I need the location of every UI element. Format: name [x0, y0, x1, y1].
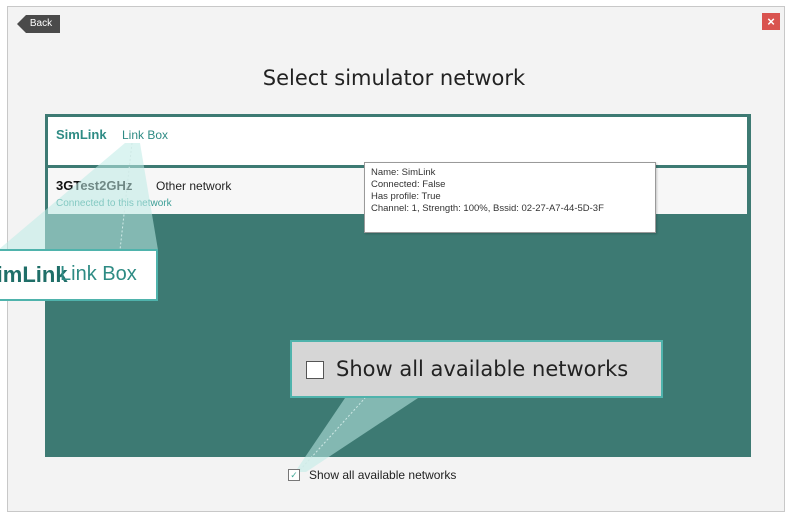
- zoom-checkbox-label: Show all available networks: [336, 357, 629, 381]
- close-button[interactable]: ×: [762, 13, 780, 30]
- network-name: 3GTest2GHz: [56, 178, 133, 193]
- network-item-simlink[interactable]: SimLink Link Box: [48, 117, 747, 165]
- zoom-network-description: Link Box: [60, 263, 137, 285]
- zoom-network-name: SimLink: [0, 262, 68, 287]
- tooltip-line-name: Name: SimLink: [371, 167, 436, 178]
- tooltip-line-details: Channel: 1, Strength: 100%, Bssid: 02-27…: [371, 203, 604, 214]
- network-info-tooltip: Name: SimLink Connected: False Has profi…: [364, 162, 656, 233]
- page-title: Select simulator network: [262, 66, 526, 90]
- network-description: Link Box: [122, 128, 169, 142]
- network-name: SimLink: [56, 127, 107, 142]
- zoom-checkbox-icon: [306, 361, 324, 379]
- checkbox-icon[interactable]: ✓: [288, 469, 300, 481]
- zoom-callout-checkbox: Show all available networks: [290, 340, 663, 398]
- network-description: Other network: [156, 179, 232, 193]
- checkbox-label: Show all available networks: [309, 468, 457, 482]
- zoom-callout-network: SimLink Link Box: [0, 249, 158, 301]
- tooltip-line-profile: Has profile: True: [371, 191, 441, 202]
- connection-status: Connected to this network: [56, 198, 172, 209]
- tooltip-line-connected: Connected: False: [371, 179, 446, 190]
- back-button[interactable]: Back: [17, 15, 60, 33]
